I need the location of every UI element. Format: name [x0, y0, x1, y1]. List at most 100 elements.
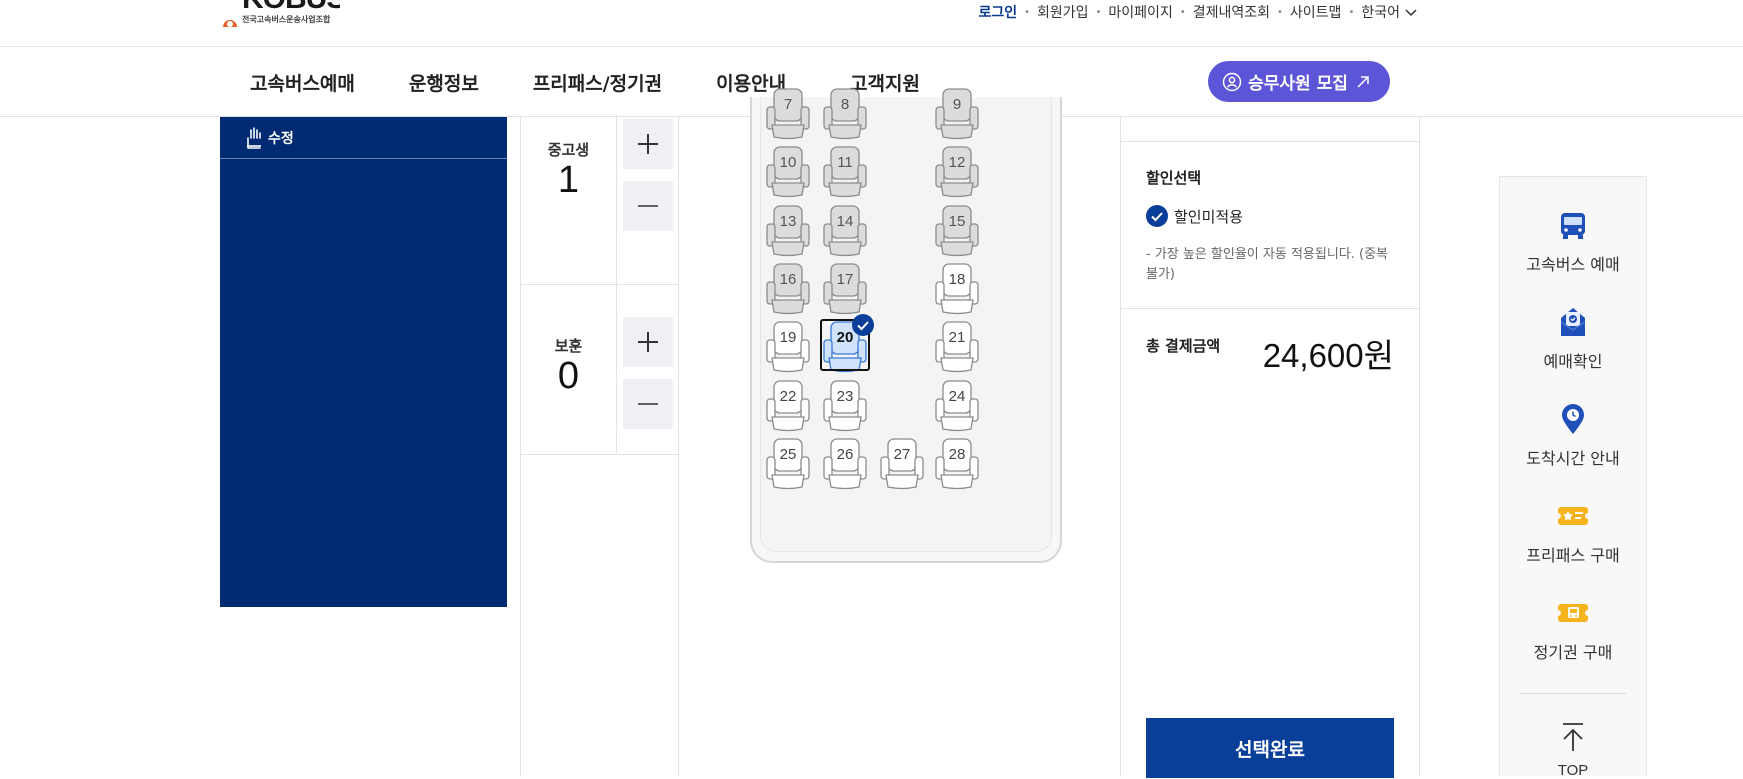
nav-item-express-booking[interactable]: 고속버스예매 [250, 69, 355, 96]
seat-number: 19 [779, 329, 797, 346]
chevron-down-icon[interactable] [1404, 5, 1418, 19]
discount-option-label: 할인미적용 [1174, 207, 1244, 226]
edit-button[interactable]: 수정 [244, 117, 294, 159]
seat-number: 26 [836, 446, 854, 463]
plus-icon [638, 134, 658, 154]
ticket-check-icon [1560, 308, 1586, 336]
seat-number: 7 [783, 96, 793, 113]
total-price-label: 총 결제금액 [1146, 337, 1221, 355]
discount-option-none[interactable]: 할인미적용 [1146, 205, 1243, 227]
total-price-value: 24,600원 [1262, 337, 1394, 374]
quick-item-label: 도착시간 안내 [1526, 449, 1620, 468]
logo-subtitle: 전국고속버스운송사업조합 [242, 15, 331, 24]
quick-item-label: 예매확인 [1543, 352, 1603, 371]
seat-number: 20 [836, 329, 854, 346]
seat-number: 24 [948, 388, 966, 405]
seat-16: 16 [763, 262, 813, 318]
passenger-type-label: 보훈 [554, 337, 583, 355]
payment-history-link[interactable]: 결제내역조회 [1193, 2, 1270, 22]
quick-item-label: 정기권 구매 [1533, 643, 1613, 662]
seat-24[interactable]: 24 [932, 379, 982, 435]
scroll-top-label: TOP [1557, 762, 1589, 779]
seat-21[interactable]: 21 [932, 320, 982, 376]
passenger-count: 0 [557, 355, 580, 397]
logo-mark-icon [223, 20, 237, 27]
seat-11: 11 [820, 145, 870, 201]
route-summary-panel: 수정 [220, 117, 507, 607]
quick-menu-divider [1520, 693, 1626, 694]
decrease-veteran-button[interactable] [623, 379, 673, 429]
minus-icon [638, 205, 658, 207]
panel-divider [220, 158, 507, 159]
kobus-logo[interactable]: KOBUS 전국고속버스운송사업조합 [220, 0, 340, 32]
language-selector[interactable]: 한국어 [1361, 2, 1400, 22]
discount-note: - 가장 높은 할인율이 자동 적용됩니다. (중복불가) [1146, 247, 1389, 282]
seat-number: 8 [840, 96, 850, 113]
passenger-row-student: 중고생 1 [521, 115, 679, 285]
seat-9: 9 [932, 87, 982, 143]
recruit-label: 승무사원 모집 [1248, 74, 1348, 94]
section-divider [1121, 141, 1420, 142]
nav-item-operation-info[interactable]: 운행정보 [409, 69, 479, 96]
seat-15: 15 [932, 204, 982, 260]
separator-dot: • [1095, 6, 1102, 18]
seat-13: 13 [763, 204, 813, 260]
seat-number: 28 [948, 446, 966, 463]
bus-icon [1561, 213, 1585, 239]
quick-item-bus-booking[interactable]: 고속버스 예매 [1500, 207, 1646, 275]
decrease-student-button[interactable] [623, 181, 673, 231]
top-utility-bar: KOBUS 전국고속버스운송사업조합 로그인 • 회원가입 • 마이페이지 • … [0, 0, 1743, 47]
quick-item-label: 고속버스 예매 [1526, 255, 1620, 274]
quick-item-freepass[interactable]: 프리패스 구매 [1500, 498, 1646, 566]
seat-25[interactable]: 25 [763, 437, 813, 493]
minus-icon [638, 403, 658, 405]
sitemap-link[interactable]: 사이트맵 [1290, 2, 1342, 22]
seat-number: 10 [779, 154, 797, 171]
signup-link[interactable]: 회원가입 [1037, 2, 1089, 22]
plus-icon [638, 332, 658, 352]
seat-number: 25 [779, 446, 797, 463]
season-ticket-icon [1555, 604, 1591, 622]
seat-28[interactable]: 28 [932, 437, 982, 493]
seat-number: 15 [948, 213, 966, 230]
increase-student-button[interactable] [623, 119, 673, 169]
seat-number: 21 [948, 329, 966, 346]
seat-12: 12 [932, 145, 982, 201]
utility-links: 로그인 • 회원가입 • 마이페이지 • 결제내역조회 • 사이트맵 • 한국어 [978, 2, 1418, 22]
scroll-top-button[interactable]: TOP [1500, 722, 1646, 779]
quick-item-label: 프리패스 구매 [1526, 546, 1620, 565]
seat-23[interactable]: 23 [820, 379, 870, 435]
seat-26[interactable]: 26 [820, 437, 870, 493]
passenger-row-veteran: 보훈 0 [521, 285, 679, 455]
seat-number: 11 [837, 154, 853, 171]
column-divider [616, 285, 617, 455]
quick-item-booking-check[interactable]: 예매확인 [1500, 304, 1646, 372]
quick-item-arrival-time[interactable]: 도착시간 안내 [1500, 401, 1646, 469]
check-circle-icon [1146, 205, 1168, 227]
recruit-driver-button[interactable]: 승무사원 모집 [1208, 61, 1390, 102]
increase-veteran-button[interactable] [623, 317, 673, 367]
quick-item-season-ticket[interactable]: 정기권 구매 [1500, 595, 1646, 663]
seat-number: 12 [948, 154, 966, 171]
seat-20[interactable]: 20 [820, 314, 874, 376]
mypage-link[interactable]: 마이페이지 [1108, 2, 1172, 22]
seat-number: 13 [779, 213, 797, 230]
seat-number: 16 [779, 271, 797, 288]
passenger-count: 1 [557, 159, 580, 201]
seat-22[interactable]: 22 [763, 379, 813, 435]
bus-seat-map: 7 8 9 10 11 12 13 14 15 16 17 18 19 20 21 22 23 24 25 26 27 2… [750, 88, 1062, 563]
discount-title: 할인선택 [1146, 169, 1202, 187]
seat-8: 8 [820, 87, 870, 143]
column-divider [616, 115, 617, 285]
seat-17: 17 [820, 262, 870, 318]
location-pin-icon [1562, 404, 1584, 434]
section-divider [1121, 308, 1420, 309]
seat-27[interactable]: 27 [877, 437, 927, 493]
nav-item-freepass[interactable]: 프리패스/정기권 [533, 69, 662, 96]
person-badge-icon [1222, 72, 1242, 91]
separator-dot: • [1179, 6, 1186, 18]
seat-18[interactable]: 18 [932, 262, 982, 318]
login-link[interactable]: 로그인 [978, 2, 1017, 22]
confirm-selection-button[interactable]: 선택완료 [1146, 718, 1394, 778]
seat-19[interactable]: 19 [763, 320, 813, 376]
